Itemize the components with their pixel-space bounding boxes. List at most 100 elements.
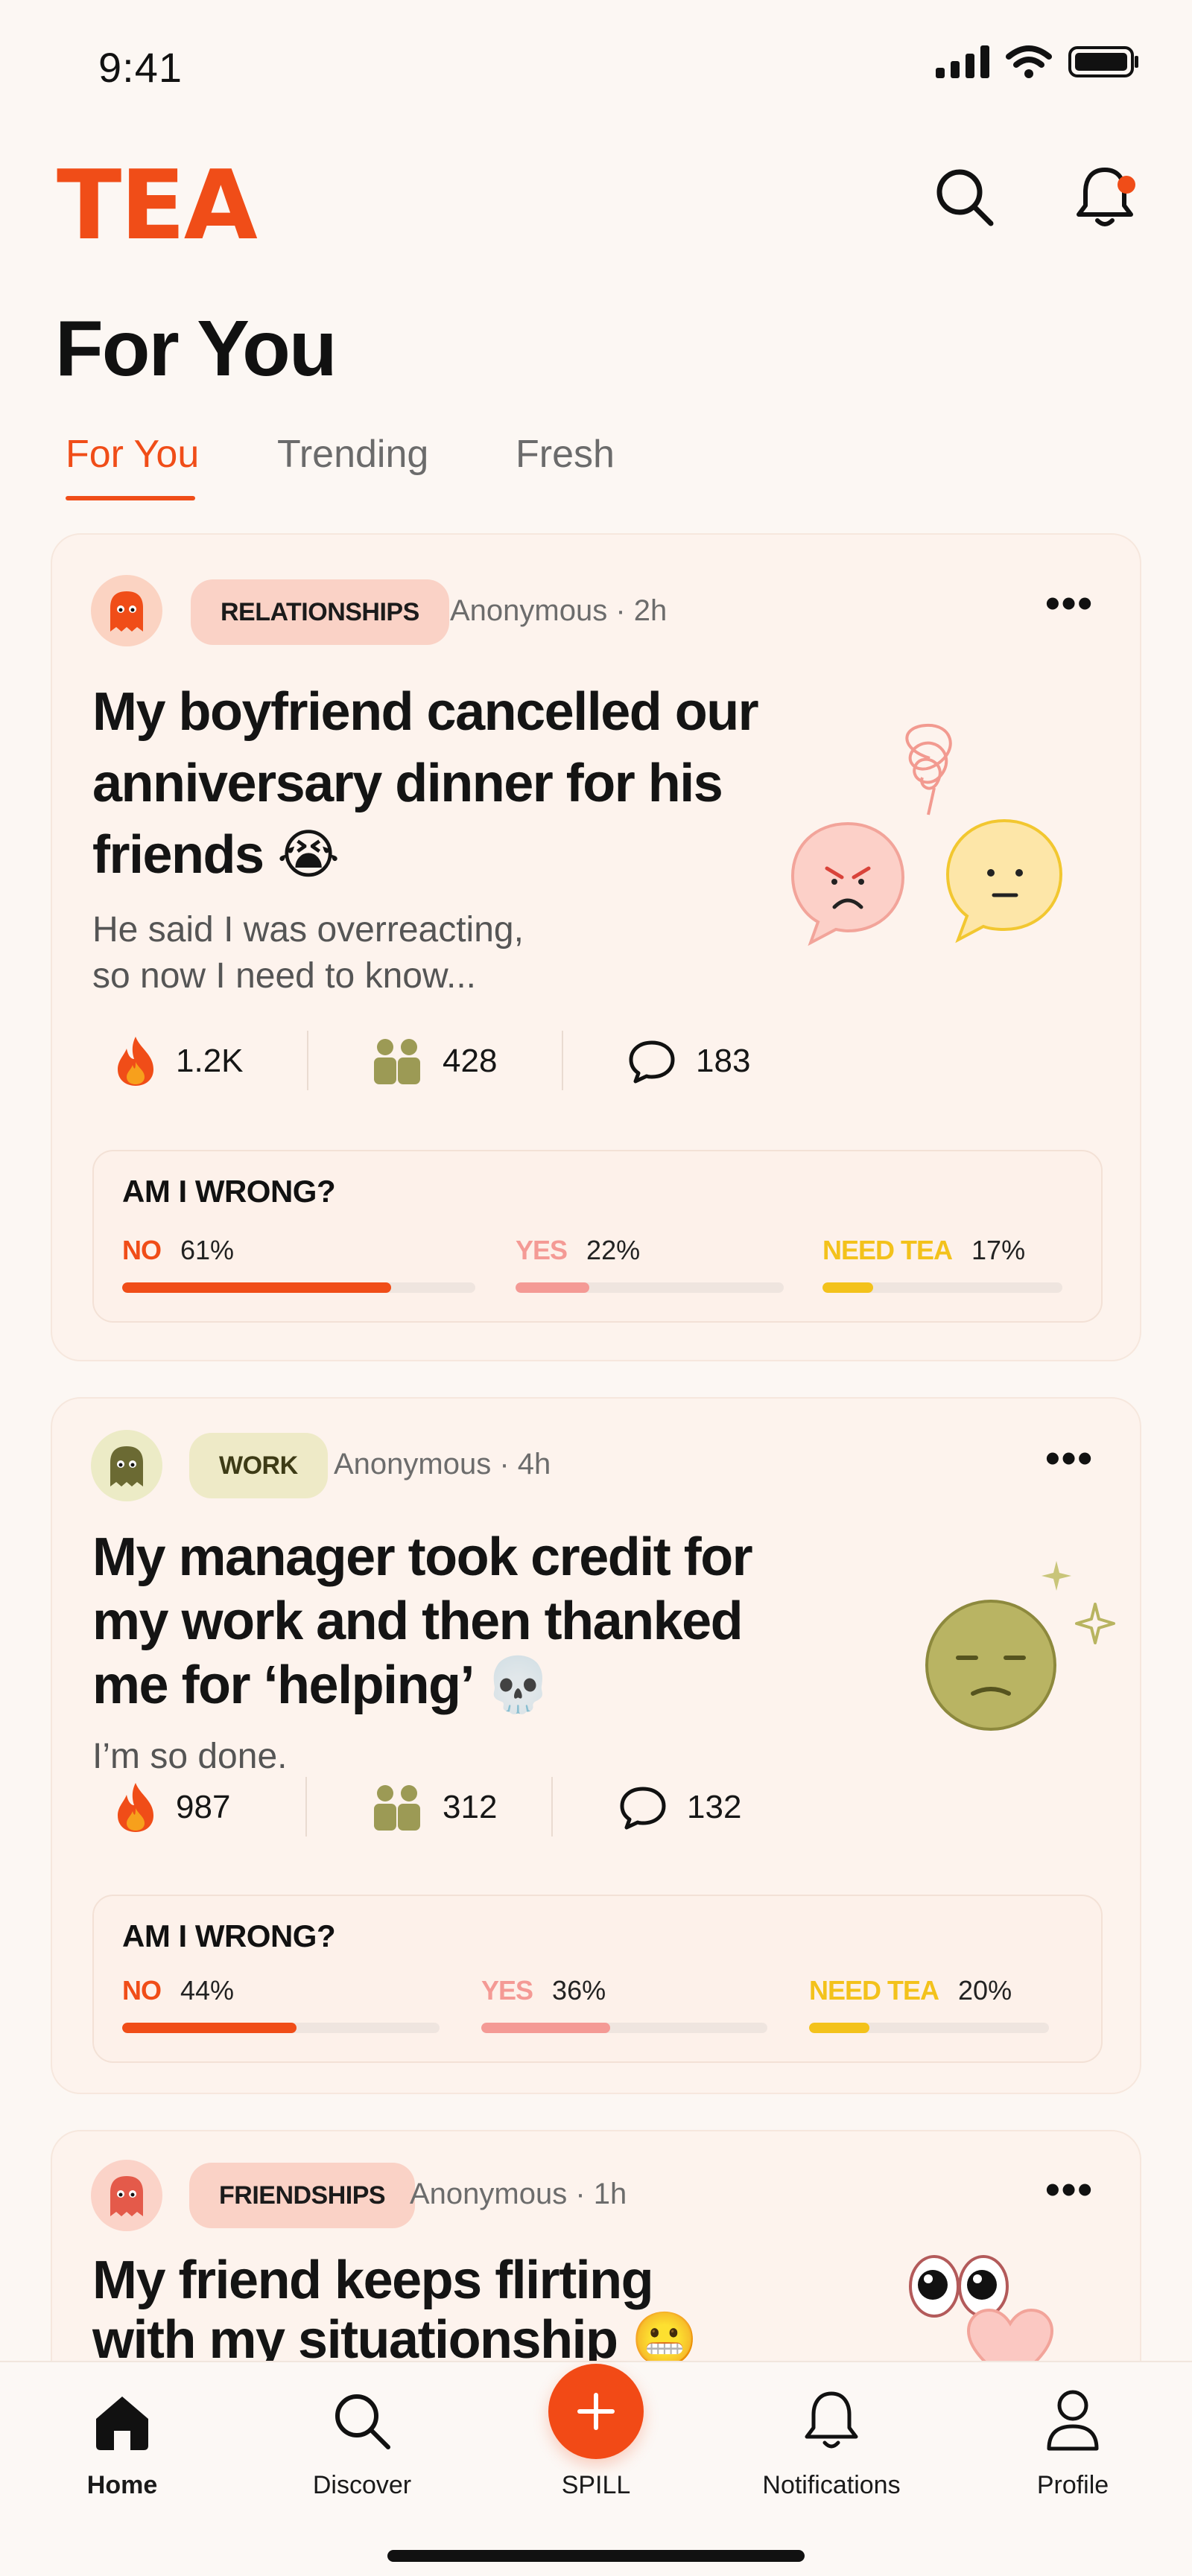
angry-face-icon xyxy=(790,821,905,947)
category-tag[interactable]: FRIENDSHIPS xyxy=(189,2163,416,2228)
notifications-button[interactable] xyxy=(1064,156,1146,238)
profile-icon xyxy=(1047,2390,1099,2451)
poll-fill xyxy=(122,2023,297,2033)
poll-option-no[interactable]: NO 44% xyxy=(122,1975,234,2006)
post-card[interactable]: RELATIONSHIPS Anonymous · 2h ••• My boyf… xyxy=(51,533,1141,1361)
comments-stat[interactable]: 132 xyxy=(618,1774,741,1841)
post-stats: 1.2K 428 183 xyxy=(92,1028,763,1095)
post-title-line: me for ‘helping’ 💀 xyxy=(92,1656,551,1715)
app-header: TEA xyxy=(0,134,1192,268)
wifi-icon xyxy=(1006,45,1052,78)
avatar[interactable] xyxy=(91,1430,162,1501)
poll-bar-need-tea xyxy=(809,2023,1049,2033)
spill-button[interactable] xyxy=(548,2364,644,2459)
people-icon xyxy=(374,1039,420,1084)
avatar[interactable] xyxy=(91,575,162,646)
tab-fresh[interactable]: Fresh xyxy=(516,432,615,477)
nav-spill[interactable]: SPILL xyxy=(507,2362,685,2500)
unamused-face-icon xyxy=(925,1600,1056,1731)
poll-option-percent: 20% xyxy=(958,1975,1012,2006)
poll-option-percent: 17% xyxy=(971,1235,1026,1265)
poll-option-percent: 61% xyxy=(180,1235,235,1265)
tab-trending[interactable]: Trending xyxy=(277,432,428,477)
post-card[interactable]: WORK Anonymous · 4h ••• My manager took … xyxy=(51,1397,1141,2094)
fire-count: 1.2K xyxy=(176,1043,244,1079)
post-title[interactable]: My boyfriend cancelled our anniversary d… xyxy=(92,676,759,891)
post-body: He said I was overreacting, so now I nee… xyxy=(92,907,524,999)
poll-fill xyxy=(481,2023,610,2033)
nav-label: Notifications xyxy=(762,2471,901,2499)
nav-notifications[interactable]: Notifications xyxy=(742,2362,921,2500)
poll-option-need-tea[interactable]: NEED TEA 17% xyxy=(822,1235,1025,1266)
nav-home[interactable]: Home xyxy=(33,2362,212,2500)
signal-icon xyxy=(936,45,989,78)
app-logo[interactable]: TEA xyxy=(57,150,258,261)
nav-profile[interactable]: Profile xyxy=(983,2362,1162,2500)
post-title-line: friends 😭 xyxy=(92,825,340,885)
category-tag[interactable]: WORK xyxy=(189,1433,328,1498)
nav-discover[interactable]: Discover xyxy=(273,2362,451,2500)
more-options-icon[interactable]: ••• xyxy=(1045,1437,1094,1479)
post-meta: Anonymous · 4h xyxy=(334,1448,551,1481)
feed-tabs: For You Trending Fresh xyxy=(0,424,1192,506)
unamused-face-illustration xyxy=(925,1561,1115,1731)
ghost-avatar-icon xyxy=(110,2176,143,2216)
people-count: 428 xyxy=(443,1043,498,1079)
battery-icon xyxy=(1068,46,1138,77)
people-icon xyxy=(374,1785,420,1831)
poll-option-no[interactable]: NO 61% xyxy=(122,1235,234,1266)
post-body-line: I’m so done. xyxy=(92,1737,288,1776)
fire-icon xyxy=(118,1037,153,1086)
post-meta: Anonymous · 2h xyxy=(450,594,668,627)
ghost-avatar-icon xyxy=(110,591,143,632)
post-title-line: anniversary dinner for his xyxy=(92,754,723,813)
tab-for-you[interactable]: For You xyxy=(66,432,199,477)
status-bar: 9:41 xyxy=(0,0,1192,134)
nav-label: Discover xyxy=(312,2471,412,2499)
sparkle-icon xyxy=(1042,1561,1115,1644)
angry-neutral-emoji-illustration xyxy=(790,723,1063,947)
avatar[interactable] xyxy=(91,2160,162,2231)
poll-option-label: YES xyxy=(481,1975,533,2006)
home-icon xyxy=(96,2397,148,2450)
search-button[interactable] xyxy=(924,156,1006,238)
post-stats: 987 312 132 xyxy=(92,1774,763,1841)
page-title: For You xyxy=(55,305,337,392)
stat-divider xyxy=(551,1777,553,1836)
more-options-icon[interactable]: ••• xyxy=(1045,582,1094,624)
poll: AM I WRONG? NO 61% YES 22% NEED TEA 17% xyxy=(92,1150,1103,1323)
category-tag[interactable]: RELATIONSHIPS xyxy=(191,579,449,645)
fire-stat[interactable]: 987 xyxy=(115,1774,230,1841)
stat-divider xyxy=(307,1031,308,1090)
stat-divider xyxy=(305,1777,307,1836)
search-icon xyxy=(335,2394,390,2449)
comments-stat[interactable]: 183 xyxy=(627,1028,750,1095)
fire-stat[interactable]: 1.2K xyxy=(115,1028,244,1095)
plus-icon xyxy=(577,2393,615,2430)
post-title[interactable]: My manager took credit for my work and t… xyxy=(92,1525,753,1717)
poll-option-yes[interactable]: YES 36% xyxy=(481,1975,606,2006)
poll-option-label: NO xyxy=(122,1235,162,1265)
people-count: 312 xyxy=(443,1789,498,1825)
poll-bar-yes xyxy=(481,2023,767,2033)
more-options-icon[interactable]: ••• xyxy=(1045,2169,1094,2210)
poll-option-need-tea[interactable]: NEED TEA 20% xyxy=(809,1975,1012,2006)
poll: AM I WRONG? NO 44% YES 36% NEED TEA 20% xyxy=(92,1895,1103,2063)
post-title-line: My manager took credit for xyxy=(92,1527,753,1587)
post-body-line: so now I need to know... xyxy=(92,956,476,996)
comment-icon xyxy=(629,1040,675,1084)
post-title-line: my work and then thanked xyxy=(92,1591,744,1651)
poll-option-label: YES xyxy=(516,1235,568,1265)
poll-fill xyxy=(822,1282,874,1293)
poll-option-percent: 36% xyxy=(552,1975,606,2006)
nav-label: Profile xyxy=(1036,2471,1109,2499)
poll-question: AM I WRONG? xyxy=(122,1918,336,1953)
notification-dot xyxy=(1118,176,1135,194)
post-title[interactable]: My friend keeps flirting with my situati… xyxy=(92,2251,698,2370)
bell-icon xyxy=(1077,168,1133,226)
poll-option-label: NO xyxy=(122,1975,162,2006)
comment-count: 132 xyxy=(687,1789,742,1825)
people-stat[interactable]: 312 xyxy=(371,1774,497,1841)
people-stat[interactable]: 428 xyxy=(371,1028,497,1095)
poll-option-yes[interactable]: YES 22% xyxy=(516,1235,640,1266)
